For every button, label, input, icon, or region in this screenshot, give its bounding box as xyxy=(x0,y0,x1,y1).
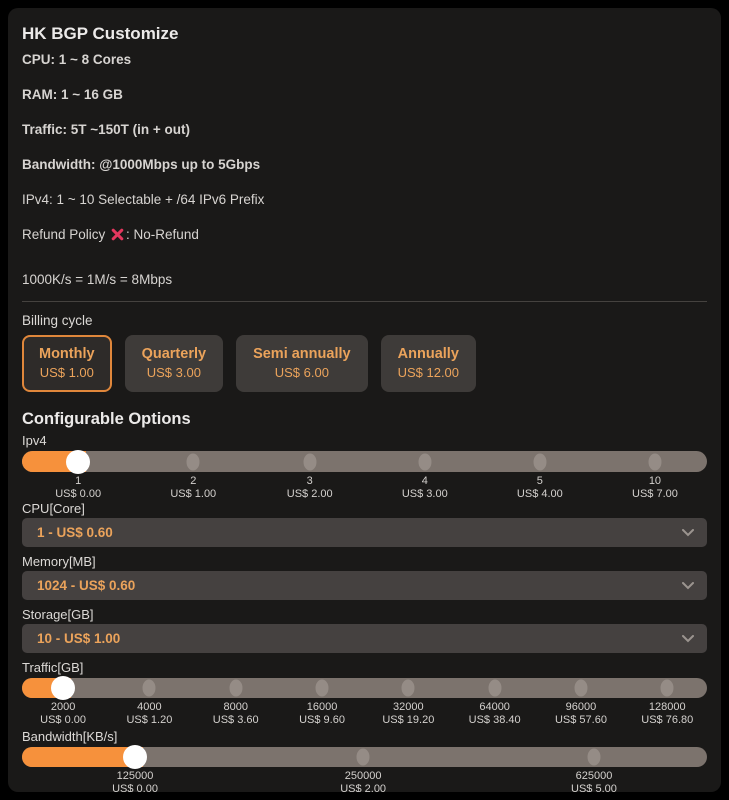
slider-tick[interactable]: 96000US$ 57.60 xyxy=(555,701,607,727)
slider-tick[interactable]: 32000US$ 19.20 xyxy=(382,701,434,727)
billing-option-annually[interactable]: Annually US$ 12.00 xyxy=(381,335,476,392)
slider-tick[interactable]: 1US$ 0.00 xyxy=(55,475,101,501)
slider-stop-dot xyxy=(303,453,316,470)
slider-stop-dot xyxy=(229,680,242,697)
slider-tick[interactable]: 128000US$ 76.80 xyxy=(641,701,693,727)
slider-stop-dot xyxy=(648,453,661,470)
bandwidth-option-label: Bandwidth[KB/s] xyxy=(22,730,707,744)
slider-tick[interactable]: 8000US$ 3.60 xyxy=(213,701,259,727)
slider-stop-dot xyxy=(533,453,546,470)
billing-option-name: Semi annually xyxy=(253,344,351,364)
billing-option-price: US$ 3.00 xyxy=(142,364,206,382)
slider-stop-dot xyxy=(143,680,156,697)
divider xyxy=(22,301,707,302)
slider-tick[interactable]: 2000US$ 0.00 xyxy=(40,701,86,727)
billing-option-price: US$ 6.00 xyxy=(253,364,351,382)
storage-select[interactable]: 10 - US$ 1.00 xyxy=(22,624,707,653)
refund-suffix: : No-Refund xyxy=(126,227,199,242)
ipv4-option-label: Ipv4 xyxy=(22,434,707,448)
slider-stop-dot xyxy=(418,453,431,470)
billing-option-quarterly[interactable]: Quarterly US$ 3.00 xyxy=(125,335,223,392)
spec-ram: RAM: 1 ~ 16 GB xyxy=(22,87,707,102)
slider-tick[interactable]: 5US$ 4.00 xyxy=(517,475,563,501)
spec-traffic: Traffic: 5T ~150T (in + out) xyxy=(22,122,707,137)
slider-stop-dot xyxy=(574,680,587,697)
slider-tick[interactable]: 3US$ 2.00 xyxy=(287,475,333,501)
slider-tick[interactable]: 125000US$ 0.00 xyxy=(112,770,158,792)
billing-cycle-group: Monthly US$ 1.00 Quarterly US$ 3.00 Semi… xyxy=(22,335,707,392)
chevron-down-icon xyxy=(682,529,694,537)
billing-option-price: US$ 12.00 xyxy=(398,364,459,382)
bandwidth-note: 1000K/s = 1M/s = 8Mbps xyxy=(22,272,707,287)
bandwidth-slider-ticks: 125000US$ 0.00 250000US$ 2.00 625000US$ … xyxy=(22,770,707,792)
slider-tick[interactable]: 250000US$ 2.00 xyxy=(340,770,386,792)
slider-stop-dot xyxy=(187,453,200,470)
slider-tick[interactable]: 16000US$ 9.60 xyxy=(299,701,345,727)
spec-refund-policy: Refund Policy : No-Refund xyxy=(22,227,707,244)
billing-option-name: Annually xyxy=(398,344,459,364)
billing-option-name: Quarterly xyxy=(142,344,206,364)
slider-tick[interactable]: 64000US$ 38.40 xyxy=(469,701,521,727)
traffic-slider-handle[interactable] xyxy=(51,676,75,700)
chevron-down-icon xyxy=(682,582,694,590)
slider-stop-dot xyxy=(587,749,600,766)
slider-tick[interactable]: 10US$ 7.00 xyxy=(632,475,678,501)
slider-stop-dot xyxy=(402,680,415,697)
configurable-options-heading: Configurable Options xyxy=(22,410,707,429)
storage-select-value: 10 - US$ 1.00 xyxy=(37,631,120,646)
refund-prefix: Refund Policy xyxy=(22,227,109,242)
traffic-option-label: Traffic[GB] xyxy=(22,661,707,675)
slider-stop-dot xyxy=(357,749,370,766)
product-config-panel: HK BGP Customize CPU: 1 ~ 8 Cores RAM: 1… xyxy=(8,8,721,792)
page-title: HK BGP Customize xyxy=(22,8,707,44)
memory-select-value: 1024 - US$ 0.60 xyxy=(37,578,135,593)
ipv4-slider-handle[interactable] xyxy=(66,450,90,474)
bandwidth-slider-track[interactable] xyxy=(22,747,707,767)
slider-tick[interactable]: 4000US$ 1.20 xyxy=(126,701,172,727)
storage-option-label: Storage[GB] xyxy=(22,608,707,622)
chevron-down-icon xyxy=(682,635,694,643)
billing-cycle-label: Billing cycle xyxy=(22,313,707,328)
slider-tick[interactable]: 4US$ 3.00 xyxy=(402,475,448,501)
spec-ipv4: IPv4: 1 ~ 10 Selectable + /64 IPv6 Prefi… xyxy=(22,192,707,207)
slider-tick[interactable]: 2US$ 1.00 xyxy=(170,475,216,501)
traffic-slider-track[interactable] xyxy=(22,678,707,698)
slider-stop-dot xyxy=(316,680,329,697)
cpu-select-value: 1 - US$ 0.60 xyxy=(37,525,113,540)
memory-option-label: Memory[MB] xyxy=(22,555,707,569)
cross-mark-icon xyxy=(111,228,124,244)
bandwidth-slider-handle[interactable] xyxy=(123,745,147,769)
memory-select[interactable]: 1024 - US$ 0.60 xyxy=(22,571,707,600)
slider-tick[interactable]: 625000US$ 5.00 xyxy=(571,770,617,792)
ipv4-slider-track[interactable] xyxy=(22,451,707,472)
slider-stop-dot xyxy=(488,680,501,697)
cpu-option-label: CPU[Core] xyxy=(22,502,707,516)
billing-option-monthly[interactable]: Monthly US$ 1.00 xyxy=(22,335,112,392)
spec-bandwidth: Bandwidth: @1000Mbps up to 5Gbps xyxy=(22,157,707,172)
billing-option-name: Monthly xyxy=(39,344,95,364)
ipv4-slider-ticks: 1US$ 0.00 2US$ 1.00 3US$ 2.00 4US$ 3.00 … xyxy=(22,475,707,501)
cpu-select[interactable]: 1 - US$ 0.60 xyxy=(22,518,707,547)
traffic-slider-ticks: 2000US$ 0.00 4000US$ 1.20 8000US$ 3.60 1… xyxy=(22,701,707,726)
billing-option-semi-annually[interactable]: Semi annually US$ 6.00 xyxy=(236,335,368,392)
spec-cpu: CPU: 1 ~ 8 Cores xyxy=(22,52,707,67)
billing-option-price: US$ 1.00 xyxy=(39,364,95,382)
slider-stop-dot xyxy=(661,680,674,697)
